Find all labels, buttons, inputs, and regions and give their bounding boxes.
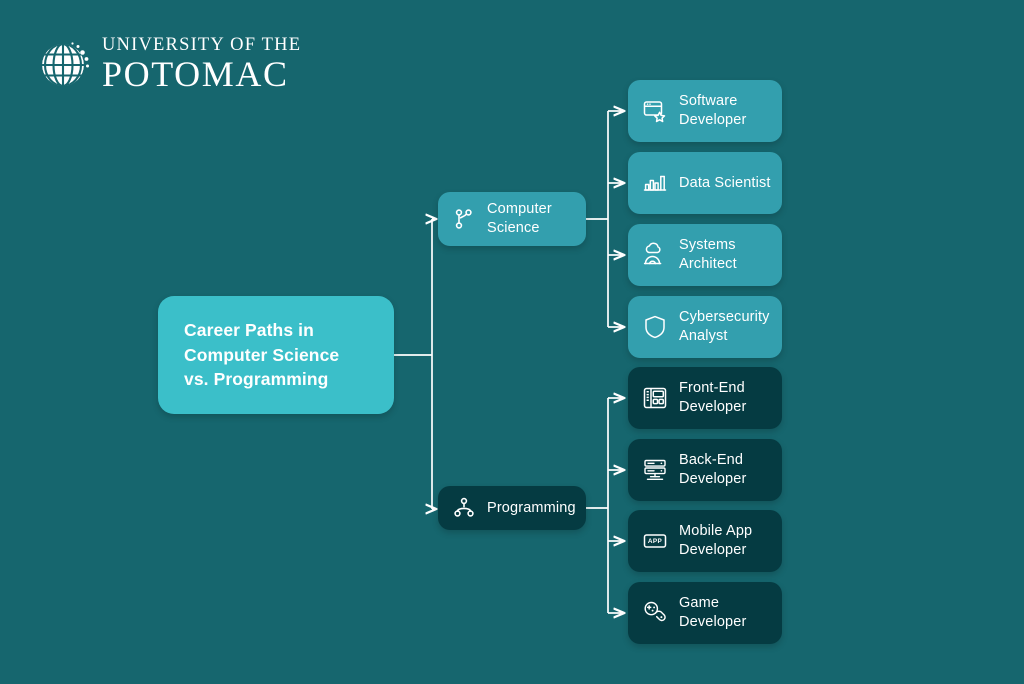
cloud-arch-icon xyxy=(643,242,662,265)
logo-line-2: POTOMAC xyxy=(102,53,289,94)
branch-label: Computer Science xyxy=(487,201,552,236)
leaf-card-mobile-app-developer[interactable]: APP Mobile App Developer xyxy=(628,510,782,572)
leaf-card-software-developer[interactable]: Software Developer xyxy=(628,80,782,142)
globe-icon xyxy=(42,42,89,86)
leaf-label: Front-End Developer xyxy=(679,380,747,415)
leaf-label: Data Scientist xyxy=(679,174,771,191)
leaf-card-front-end-developer[interactable]: Front-End Developer xyxy=(628,367,782,429)
leaf-card-systems-architect[interactable]: Systems Architect xyxy=(628,224,782,286)
svg-text:APP: APP xyxy=(648,538,663,545)
leaf-card-game-developer[interactable]: Game Developer xyxy=(628,582,782,644)
connector-lines xyxy=(394,0,1024,684)
browser-star-icon xyxy=(643,101,666,123)
leaf-label: Systems Architect xyxy=(679,237,737,272)
leaf-label: Back-End Developer xyxy=(679,452,747,487)
leaf-card-back-end-developer[interactable]: Back-End Developer xyxy=(628,439,782,501)
branch-node-programming[interactable]: Programming xyxy=(438,486,586,530)
leaf-label: Software Developer xyxy=(679,93,747,128)
branch-node-computer-science[interactable]: Computer Science xyxy=(438,192,586,246)
git-branch-icon xyxy=(455,209,472,229)
shield-icon xyxy=(645,315,665,339)
app-badge-icon: APP xyxy=(643,534,667,548)
leaf-card-data-scientist[interactable]: Data Scientist xyxy=(628,152,782,214)
branch-label: Programming xyxy=(487,499,576,516)
leaf-card-cybersecurity-analyst[interactable]: Cybersecurity Analyst xyxy=(628,296,782,358)
leaf-label: Cybersecurity Analyst xyxy=(679,309,770,344)
bar-chart-icon xyxy=(643,175,667,191)
university-logo: UNIVERSITY OF THE POTOMAC xyxy=(38,36,301,92)
leaf-label: Game Developer xyxy=(679,595,747,630)
leaf-label: Mobile App Developer xyxy=(679,523,753,558)
page-title: Career Paths in Computer Science vs. Pro… xyxy=(184,319,340,390)
server-rack-icon xyxy=(644,459,666,480)
gamepad-icon xyxy=(644,601,666,622)
diagram-canvas: UNIVERSITY OF THE POTOMAC Career Paths i… xyxy=(0,0,1024,684)
root-card[interactable]: Career Paths in Computer Science vs. Pro… xyxy=(158,296,394,414)
logo-line-1: UNIVERSITY OF THE xyxy=(102,35,302,55)
wireframe-layout-icon xyxy=(643,387,667,409)
hierarchy-icon xyxy=(454,497,474,517)
